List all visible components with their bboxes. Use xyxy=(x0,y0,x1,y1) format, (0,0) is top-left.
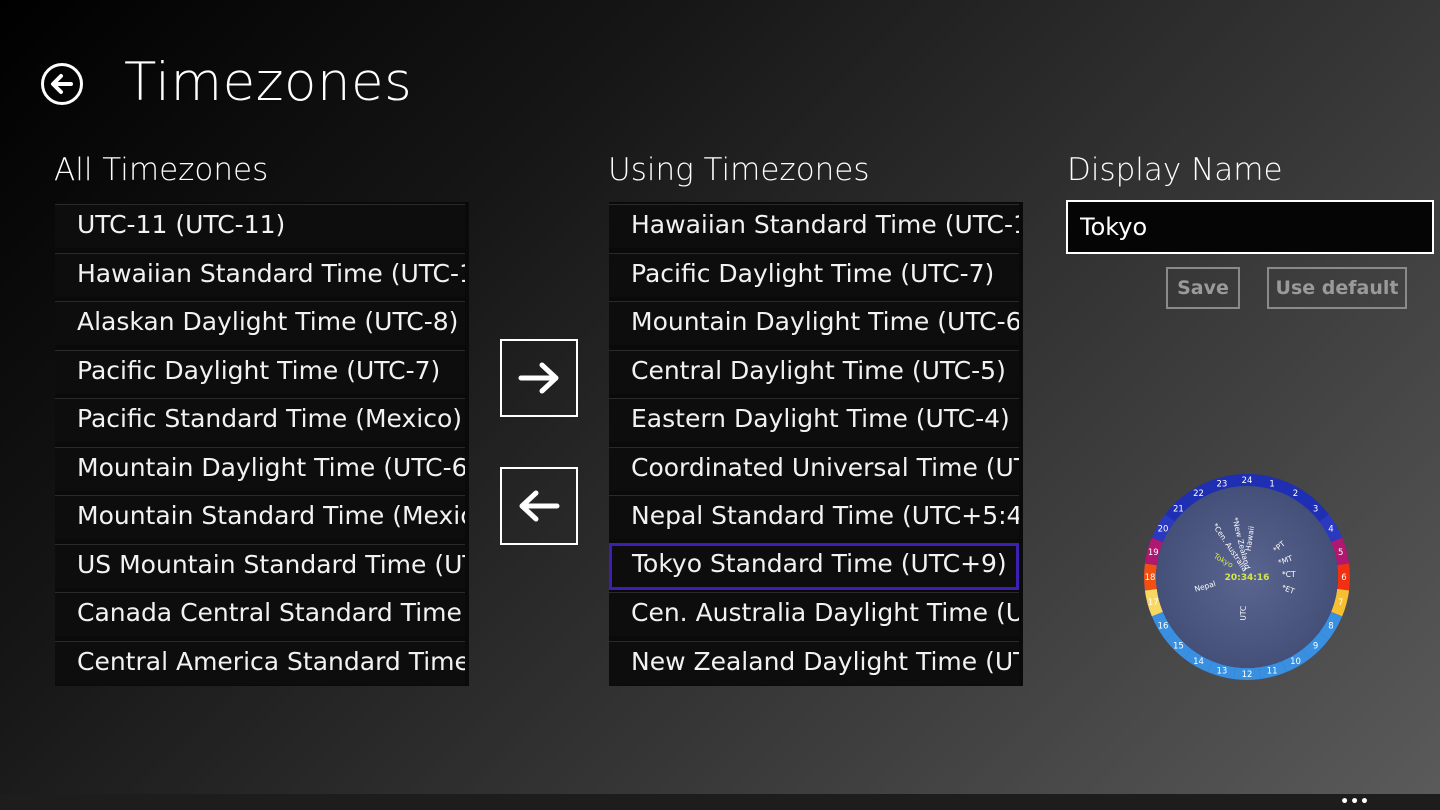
list-item[interactable]: Eastern Daylight Time (UTC-4) xyxy=(609,398,1019,442)
clock-hour-label: 4 xyxy=(1328,525,1333,535)
list-item[interactable]: UTC-11 (UTC-11) xyxy=(55,204,465,248)
clock-hour-label: 24 xyxy=(1242,476,1253,486)
save-button[interactable]: Save xyxy=(1166,267,1240,309)
clock-hour-label: 21 xyxy=(1173,504,1184,514)
clock-hour-label: 6 xyxy=(1341,573,1346,583)
list-item[interactable]: Pacific Standard Time (Mexico) (U xyxy=(55,398,465,442)
list-item[interactable]: Pacific Daylight Time (UTC-7) xyxy=(55,350,465,394)
clock-zone-label: UTC xyxy=(1238,606,1248,621)
display-name-heading: Display Name xyxy=(1067,152,1283,188)
clock-hour-label: 3 xyxy=(1313,504,1318,514)
clock-hour-label: 9 xyxy=(1313,642,1318,652)
clock-hour-label: 22 xyxy=(1193,489,1204,499)
clock-hour-label: 10 xyxy=(1290,657,1301,667)
clock-hour-label: 11 xyxy=(1267,667,1278,677)
list-item[interactable]: Canada Central Standard Time (U xyxy=(55,592,465,636)
list-item[interactable]: Hawaiian Standard Time (UTC-10 xyxy=(609,204,1019,248)
world-clock: 24 1 2 3 4 5 6 7 8 9 10 11 12 13 14 15 16 17 18 19 20 21 22 23 … xyxy=(1132,452,1362,682)
list-item[interactable]: Mountain Daylight Time (UTC-6) xyxy=(55,447,465,491)
clock-hour-label: 23 xyxy=(1216,479,1227,489)
clock-hour-label: 14 xyxy=(1193,657,1204,667)
all-timezones-list[interactable]: UTC-11 (UTC-11) Hawaiian Standard Time (… xyxy=(55,202,469,686)
clock-hour-label: 12 xyxy=(1242,670,1253,680)
clock-hour-label: 8 xyxy=(1328,622,1333,632)
back-button[interactable] xyxy=(40,62,84,106)
use-default-button[interactable]: Use default xyxy=(1267,267,1407,309)
clock-hour-label: 19 xyxy=(1148,548,1159,558)
list-item[interactable]: Alaskan Daylight Time (UTC-8) xyxy=(55,301,465,345)
clock-hour-label: 18 xyxy=(1145,573,1156,583)
list-item[interactable]: Pacific Daylight Time (UTC-7) xyxy=(609,253,1019,297)
arrow-right-icon xyxy=(518,362,559,394)
clock-hour-label: 7 xyxy=(1338,598,1343,608)
all-timezones-heading: All Timezones xyxy=(54,152,269,188)
list-item[interactable]: Central America Standard Time (U xyxy=(55,641,465,685)
clock-zone-label: *CT xyxy=(1282,570,1296,579)
clock-hour-label: 1 xyxy=(1269,479,1274,489)
using-timezones-list[interactable]: Hawaiian Standard Time (UTC-10 Pacific D… xyxy=(609,202,1023,686)
list-item[interactable]: Central Daylight Time (UTC-5) xyxy=(609,350,1019,394)
world-clock-dial: 24 1234567891011121314151617181920212223 … xyxy=(1144,474,1350,680)
clock-hour-label: 16 xyxy=(1158,622,1169,632)
add-timezone-button[interactable] xyxy=(500,339,578,417)
page-title: Timezones xyxy=(124,52,413,113)
list-item[interactable]: New Zealand Daylight Time (UTC- xyxy=(609,641,1019,685)
clock-hour-label: 5 xyxy=(1338,548,1343,558)
app-bar xyxy=(0,794,1440,810)
remove-timezone-button[interactable] xyxy=(500,467,578,545)
clock-hour-label: 20 xyxy=(1158,525,1169,535)
arrow-left-icon xyxy=(519,490,560,522)
more-ellipsis-icon[interactable]: ••• xyxy=(1340,795,1370,809)
list-item[interactable]: Nepal Standard Time (UTC+5:45) xyxy=(609,495,1019,539)
display-name-input[interactable] xyxy=(1066,200,1434,254)
list-item[interactable]: Coordinated Universal Time (UTC) xyxy=(609,447,1019,491)
list-item[interactable]: Hawaiian Standard Time (UTC-10 xyxy=(55,253,465,297)
back-arrow-icon xyxy=(41,63,83,105)
clock-hour-label: 15 xyxy=(1173,642,1184,652)
clock-hour-label: 13 xyxy=(1216,667,1227,677)
clock-time: 20:34:16 xyxy=(1225,573,1270,583)
clock-hour-label: 2 xyxy=(1293,489,1298,499)
using-timezones-heading: Using Timezones xyxy=(608,152,870,188)
clock-hour-label: 17 xyxy=(1148,598,1159,608)
list-item-selected[interactable]: Tokyo Standard Time (UTC+9) xyxy=(609,543,1019,590)
list-item[interactable]: Mountain Daylight Time (UTC-6) xyxy=(609,301,1019,345)
list-item[interactable]: US Mountain Standard Time (UTC xyxy=(55,544,465,588)
list-item[interactable]: Mountain Standard Time (Mexico) xyxy=(55,495,465,539)
list-item[interactable]: Cen. Australia Daylight Time (UTC xyxy=(609,592,1019,636)
